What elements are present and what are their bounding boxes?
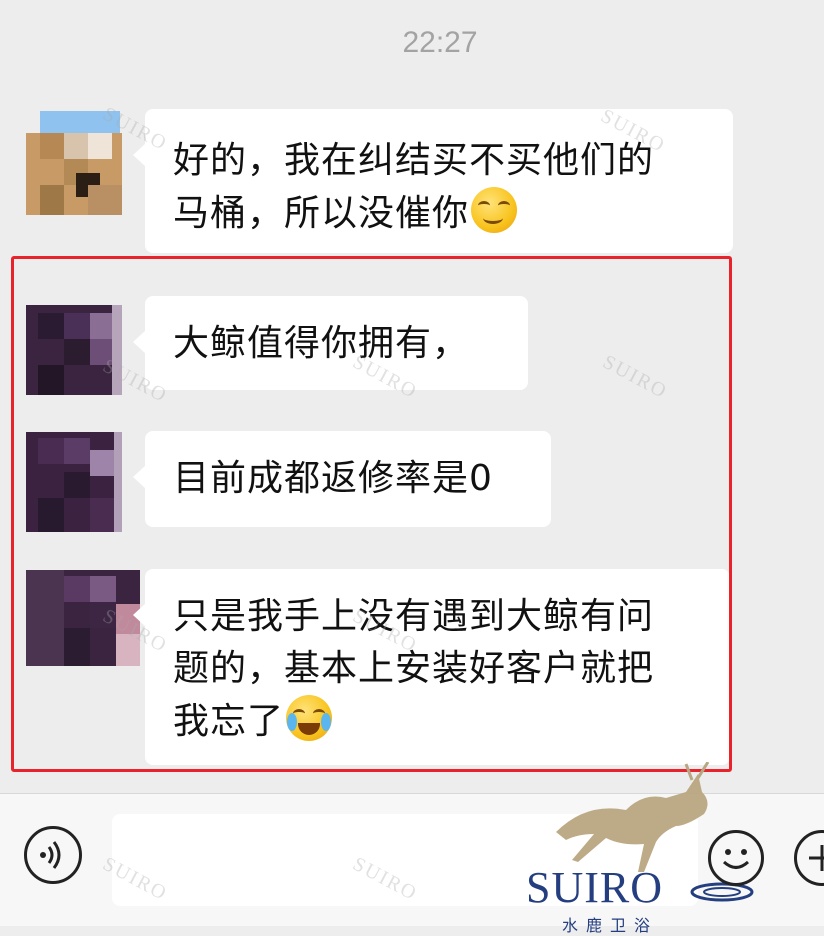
smiley-icon[interactable] (708, 830, 764, 886)
message-text: 好的，我在纠结买不买他们的 (173, 140, 655, 181)
plus-icon[interactable] (794, 830, 824, 886)
chat-timestamp: 22:27 (402, 26, 478, 59)
highlight-rectangle (11, 256, 732, 772)
suiro-logo-subtext: 水鹿卫浴 (562, 916, 659, 935)
message-text: 马桶，所以没催你 (173, 187, 707, 240)
voice-icon[interactable] (24, 826, 82, 884)
suiro-logo-text: SUIRO (526, 863, 664, 912)
smirk-emoji-icon (471, 187, 518, 233)
